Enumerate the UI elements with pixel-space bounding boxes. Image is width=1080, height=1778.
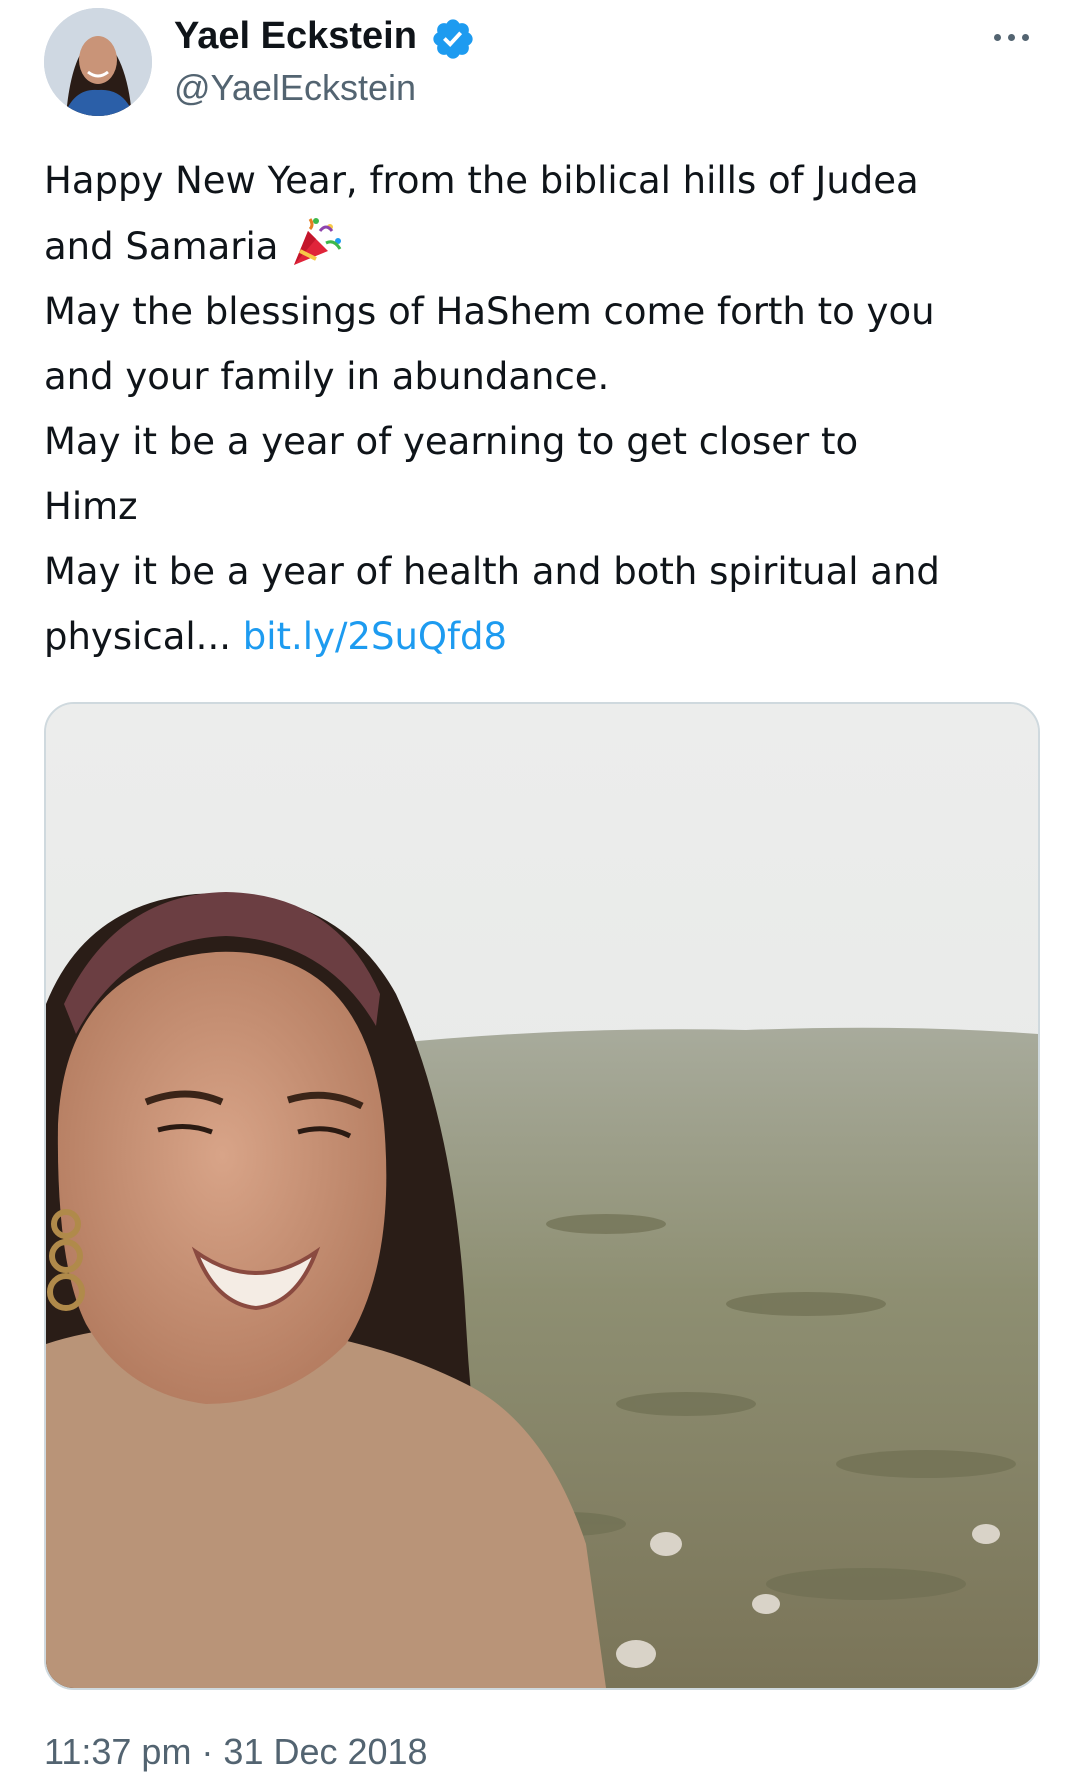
- tweet-line: May the blessings of HaShem come forth t…: [44, 290, 935, 333]
- tweet-line-with-link: physical... bit.ly/2SuQfd8: [44, 604, 1044, 669]
- more-options-icon[interactable]: [990, 18, 1034, 54]
- tweet-line: physical...: [44, 615, 231, 658]
- party-popper-icon: [294, 218, 342, 265]
- tweet-timestamp[interactable]: 11:37 pm · 31 Dec 2018: [44, 1730, 428, 1774]
- tweet-line: May it be a year of yearning to get clos…: [44, 420, 859, 463]
- tweet-media-photo[interactable]: [44, 702, 1040, 1690]
- tweet-link[interactable]: bit.ly/2SuQfd8: [243, 615, 507, 658]
- author-handle[interactable]: @YaelEckstein: [174, 64, 416, 112]
- tweet-line: Himz: [44, 485, 138, 528]
- author-display-name[interactable]: Yael Eckstein: [174, 12, 417, 60]
- tweet-line: and Samaria: [44, 225, 279, 268]
- tweet-line: May it be a year of health and both spir…: [44, 550, 940, 593]
- verified-badge-icon: [433, 19, 473, 59]
- tweet-line: and your family in abundance.: [44, 355, 610, 398]
- avatar-image: [44, 8, 152, 116]
- selfie-photo-image: [46, 704, 1038, 1688]
- tweet-line-with-emoji: and Samaria: [44, 213, 1044, 279]
- author-avatar[interactable]: [44, 8, 152, 116]
- tweet-text: Happy New Year, from the biblical hills …: [44, 148, 1044, 669]
- tweet-line: Happy New Year, from the biblical hills …: [44, 159, 919, 202]
